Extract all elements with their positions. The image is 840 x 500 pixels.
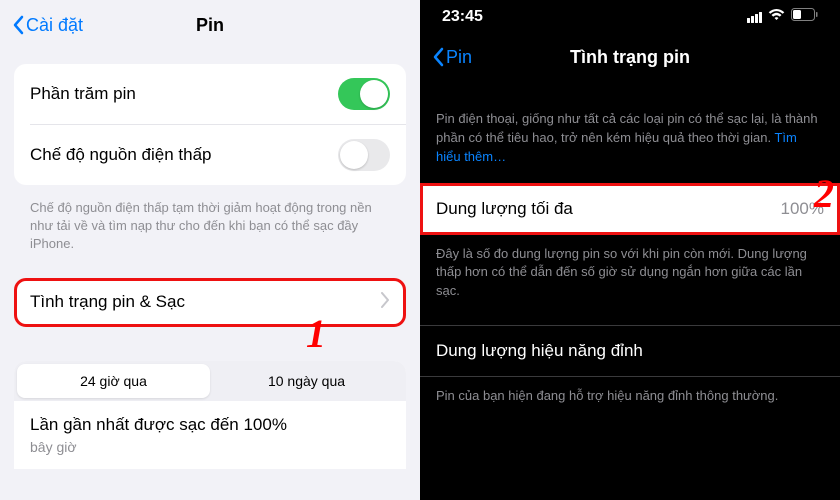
- battery-health-screen: 23:45 Pin Tình trạng pin Pin điện thoại,…: [420, 0, 840, 500]
- battery-health-group: Tình trạng pin & Sạc: [14, 278, 406, 327]
- intro-text: Pin điện thoại, giống như tất cả các loạ…: [436, 111, 818, 145]
- cellular-signal-icon: [747, 12, 762, 23]
- max-capacity-row[interactable]: Dung lượng tối đa 100%: [420, 183, 840, 235]
- segment-24h[interactable]: 24 giờ qua: [17, 364, 210, 398]
- back-label: Cài đặt: [26, 15, 83, 36]
- low-power-row[interactable]: Chế độ nguồn điện thấp: [14, 125, 406, 185]
- back-button[interactable]: Cài đặt: [12, 15, 83, 36]
- max-capacity-label: Dung lượng tối đa: [436, 199, 573, 219]
- chevron-right-icon: [381, 292, 390, 313]
- back-button[interactable]: Pin: [432, 47, 472, 68]
- chevron-left-icon: [12, 15, 24, 35]
- battery-icon: [791, 8, 818, 26]
- low-power-label: Chế độ nguồn điện thấp: [30, 145, 212, 165]
- max-capacity-description: Đây là số đo dung lượng pin so với khi p…: [420, 235, 840, 326]
- peak-performance-description: Pin của bạn hiện đang hỗ trợ hiệu năng đ…: [420, 377, 840, 430]
- status-time: 23:45: [442, 8, 483, 26]
- battery-percent-switch[interactable]: [338, 78, 390, 110]
- page-title: Tình trạng pin: [420, 47, 840, 68]
- intro-description: Pin điện thoại, giống như tất cả các loạ…: [420, 80, 840, 183]
- nav-bar: Cài đặt Pin: [0, 0, 420, 50]
- back-label: Pin: [446, 47, 472, 68]
- status-bar: 23:45: [420, 0, 840, 34]
- low-power-description: Chế độ nguồn điện thấp tạm thời giảm hoạ…: [14, 199, 406, 264]
- time-segment-control[interactable]: 24 giờ qua 10 ngày qua: [14, 361, 406, 401]
- annotation-marker-2: 2: [814, 170, 834, 217]
- low-power-switch[interactable]: [338, 139, 390, 171]
- settings-content: Phần trăm pin Chế độ nguồn điện thấp Chế…: [0, 64, 420, 469]
- battery-percent-row[interactable]: Phần trăm pin: [14, 64, 406, 124]
- battery-health-row[interactable]: Tình trạng pin & Sạc: [14, 278, 406, 327]
- battery-percent-label: Phần trăm pin: [30, 84, 136, 104]
- segment-10d[interactable]: 10 ngày qua: [210, 364, 403, 398]
- nav-bar: Pin Tình trạng pin: [420, 34, 840, 80]
- last-charge-time: bây giờ: [14, 439, 406, 469]
- toggle-group: Phần trăm pin Chế độ nguồn điện thấp: [14, 64, 406, 185]
- battery-settings-screen: Cài đặt Pin Phần trăm pin Chế độ nguồn đ…: [0, 0, 420, 500]
- peak-performance-row[interactable]: Dung lượng hiệu năng đỉnh: [420, 325, 840, 377]
- annotation-marker-1: 1: [306, 310, 326, 357]
- last-charge-label: Lần gần nhất được sạc đến 100%: [14, 401, 406, 439]
- usage-group: 24 giờ qua 10 ngày qua Lần gần nhất được…: [14, 361, 406, 469]
- wifi-icon: [768, 8, 785, 26]
- battery-health-label: Tình trạng pin & Sạc: [30, 292, 185, 312]
- chevron-left-icon: [432, 47, 444, 67]
- peak-performance-label: Dung lượng hiệu năng đỉnh: [436, 341, 643, 361]
